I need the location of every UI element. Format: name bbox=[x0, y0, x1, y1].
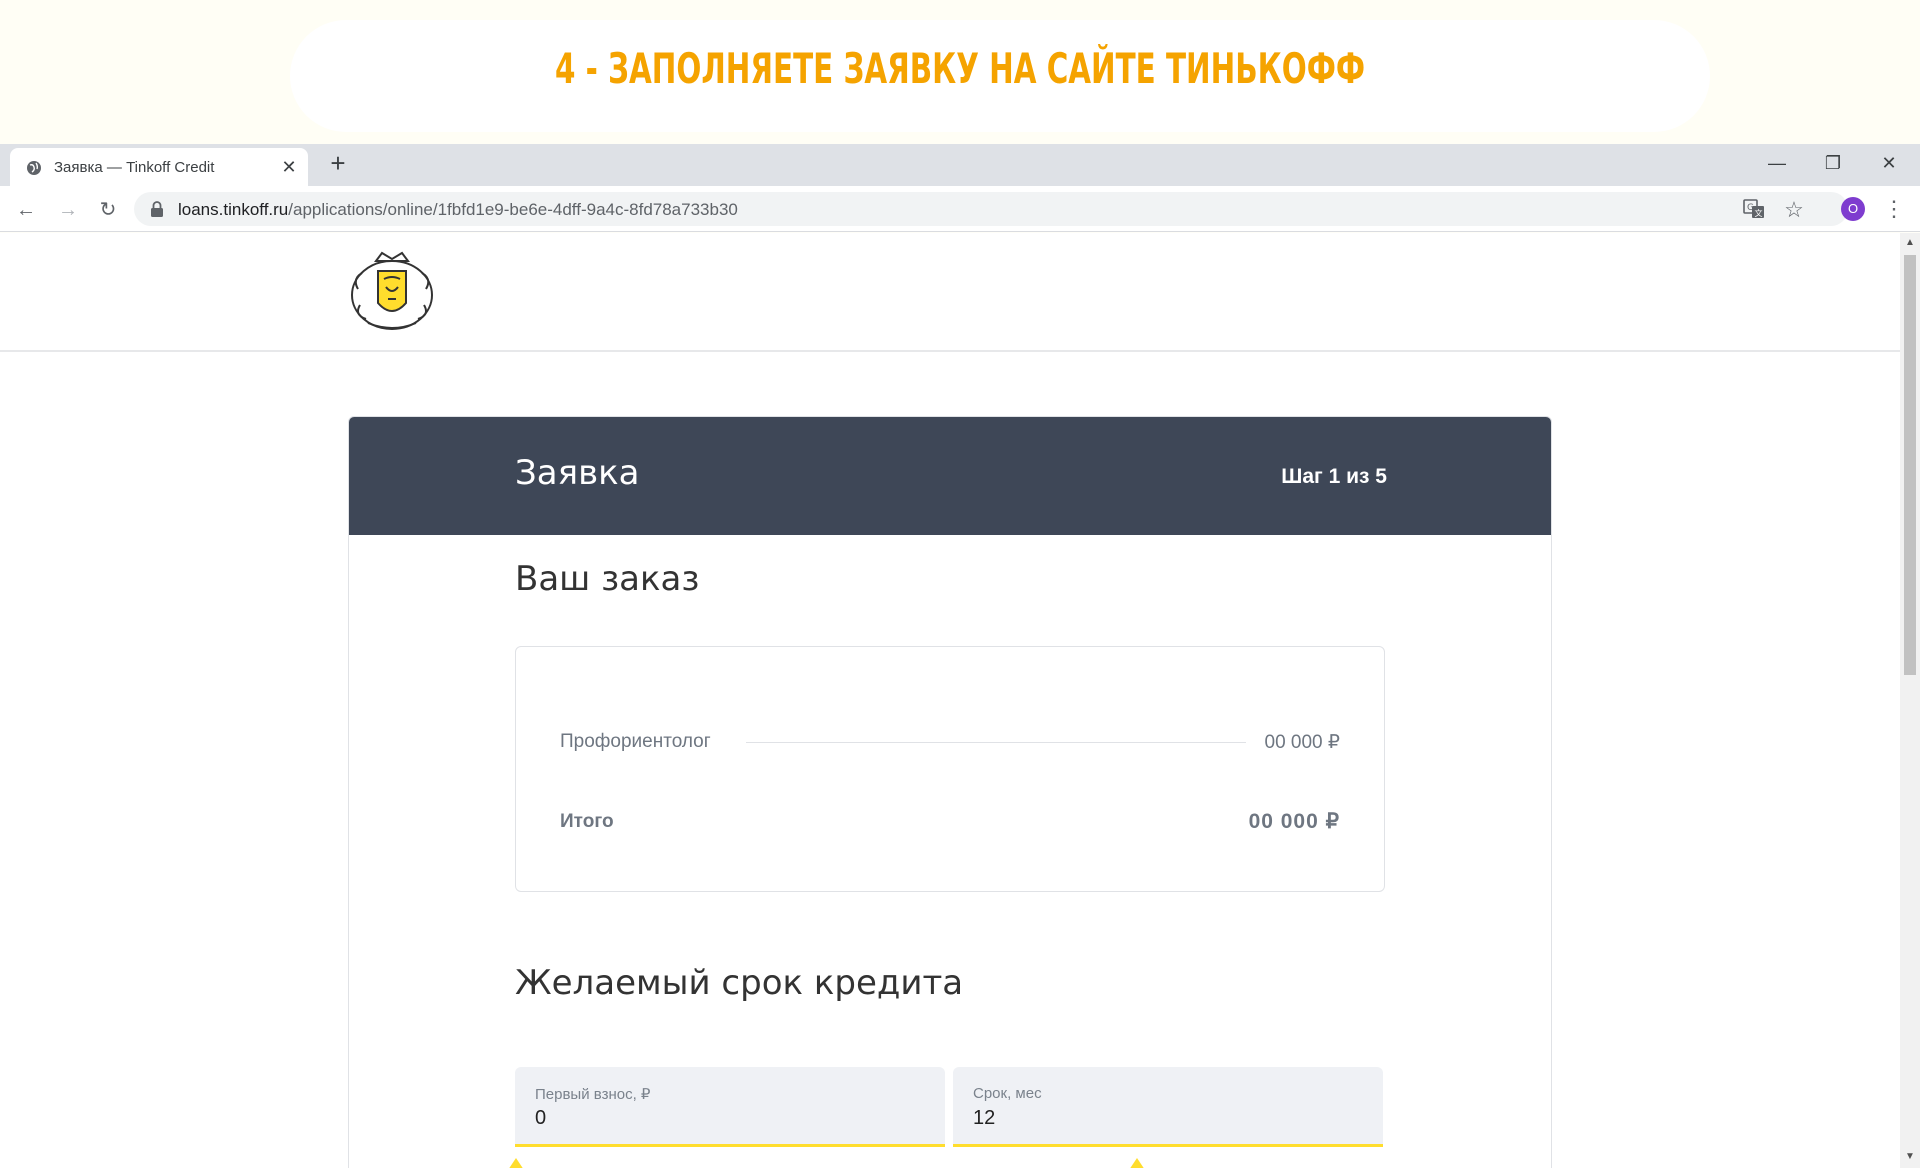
window-close-button[interactable]: ✕ bbox=[1866, 148, 1912, 178]
tab-title: Заявка — Tinkoff Credit bbox=[54, 159, 215, 176]
loan-term-input[interactable]: Срок, мес 12 bbox=[953, 1067, 1383, 1147]
scroll-thumb[interactable] bbox=[1904, 255, 1916, 675]
term-section-title: Желаемый срок кредита bbox=[515, 963, 964, 1003]
loan-term-value: 12 bbox=[973, 1107, 996, 1129]
promo-banner: 4 - ЗАПОЛНЯЕТЕ ЗАЯВКУ НА САЙТЕ ТИНЬКОФФ bbox=[0, 0, 1920, 144]
svg-text:文: 文 bbox=[1755, 208, 1763, 218]
lock-icon bbox=[151, 201, 163, 217]
profile-avatar[interactable]: O bbox=[1841, 197, 1865, 221]
card-header: Заявка Шаг 1 из 5 bbox=[349, 417, 1551, 535]
site-header bbox=[0, 233, 1900, 352]
loan-term-label: Срок, мес bbox=[973, 1085, 1042, 1102]
order-item-price: 00 000 ₽ bbox=[1264, 732, 1340, 753]
browser-toolbar: ← → ↻ loans.tinkoff.ru/applications/onli… bbox=[0, 186, 1920, 232]
globe-icon bbox=[27, 161, 41, 175]
browser-tab[interactable]: Заявка — Tinkoff Credit ✕ bbox=[10, 148, 308, 186]
window-restore-button[interactable]: ❐ bbox=[1810, 148, 1856, 178]
tinkoff-logo[interactable] bbox=[348, 249, 436, 333]
order-total-value: 00 000 ₽ bbox=[1248, 810, 1340, 833]
forward-button[interactable]: → bbox=[54, 196, 82, 224]
close-tab-icon[interactable]: ✕ bbox=[278, 156, 300, 178]
card-title: Заявка bbox=[515, 453, 640, 493]
back-button[interactable]: ← bbox=[12, 196, 40, 224]
new-tab-button[interactable]: + bbox=[324, 149, 352, 177]
scroll-down-icon[interactable]: ▼ bbox=[1904, 1151, 1916, 1163]
step-indicator: Шаг 1 из 5 bbox=[1281, 465, 1387, 488]
down-payment-slider-handle[interactable] bbox=[504, 1158, 528, 1168]
order-item-name: Профориентолог bbox=[560, 731, 711, 752]
order-section-title: Ваш заказ bbox=[515, 559, 700, 599]
scroll-up-icon[interactable]: ▲ bbox=[1904, 237, 1916, 249]
down-payment-input[interactable]: Первый взнос, ₽ 0 bbox=[515, 1067, 945, 1147]
application-card: Заявка Шаг 1 из 5 Ваш заказ Профориентол… bbox=[348, 416, 1552, 1168]
translate-icon[interactable]: G 文 bbox=[1742, 197, 1766, 221]
browser-tab-bar: Заявка — Tinkoff Credit ✕ bbox=[0, 144, 1920, 186]
browser-menu-icon[interactable]: ⋮ bbox=[1882, 194, 1906, 224]
window-minimize-button[interactable]: — bbox=[1754, 148, 1800, 178]
page-scrollbar[interactable]: ▲ ▼ bbox=[1900, 233, 1920, 1168]
page-viewport: Заявка Шаг 1 из 5 Ваш заказ Профориентол… bbox=[0, 233, 1900, 1168]
address-bar[interactable]: loans.tinkoff.ru/applications/online/1fb… bbox=[134, 192, 1848, 226]
bookmark-star-icon[interactable]: ☆ bbox=[1782, 198, 1806, 222]
order-item-divider bbox=[746, 742, 1246, 743]
url-path: /applications/online/1fbfd1e9-be6e-4dff-… bbox=[288, 200, 738, 219]
banner-title: 4 - ЗАПОЛНЯЕТЕ ЗАЯВКУ НА САЙТЕ ТИНЬКОФФ bbox=[554, 44, 1366, 93]
loan-term-slider-handle[interactable] bbox=[1125, 1158, 1149, 1168]
url-host: loans.tinkoff.ru bbox=[178, 200, 289, 219]
down-payment-label: Первый взнос, ₽ bbox=[535, 1086, 651, 1103]
url-text: loans.tinkoff.ru/applications/online/1fb… bbox=[178, 200, 738, 220]
down-payment-value: 0 bbox=[535, 1107, 547, 1129]
reload-button[interactable]: ↻ bbox=[94, 196, 122, 224]
order-total-label: Итого bbox=[560, 811, 614, 832]
order-summary-box: Профориентолог 00 000 ₽ Итого 00 000 ₽ bbox=[515, 646, 1385, 892]
